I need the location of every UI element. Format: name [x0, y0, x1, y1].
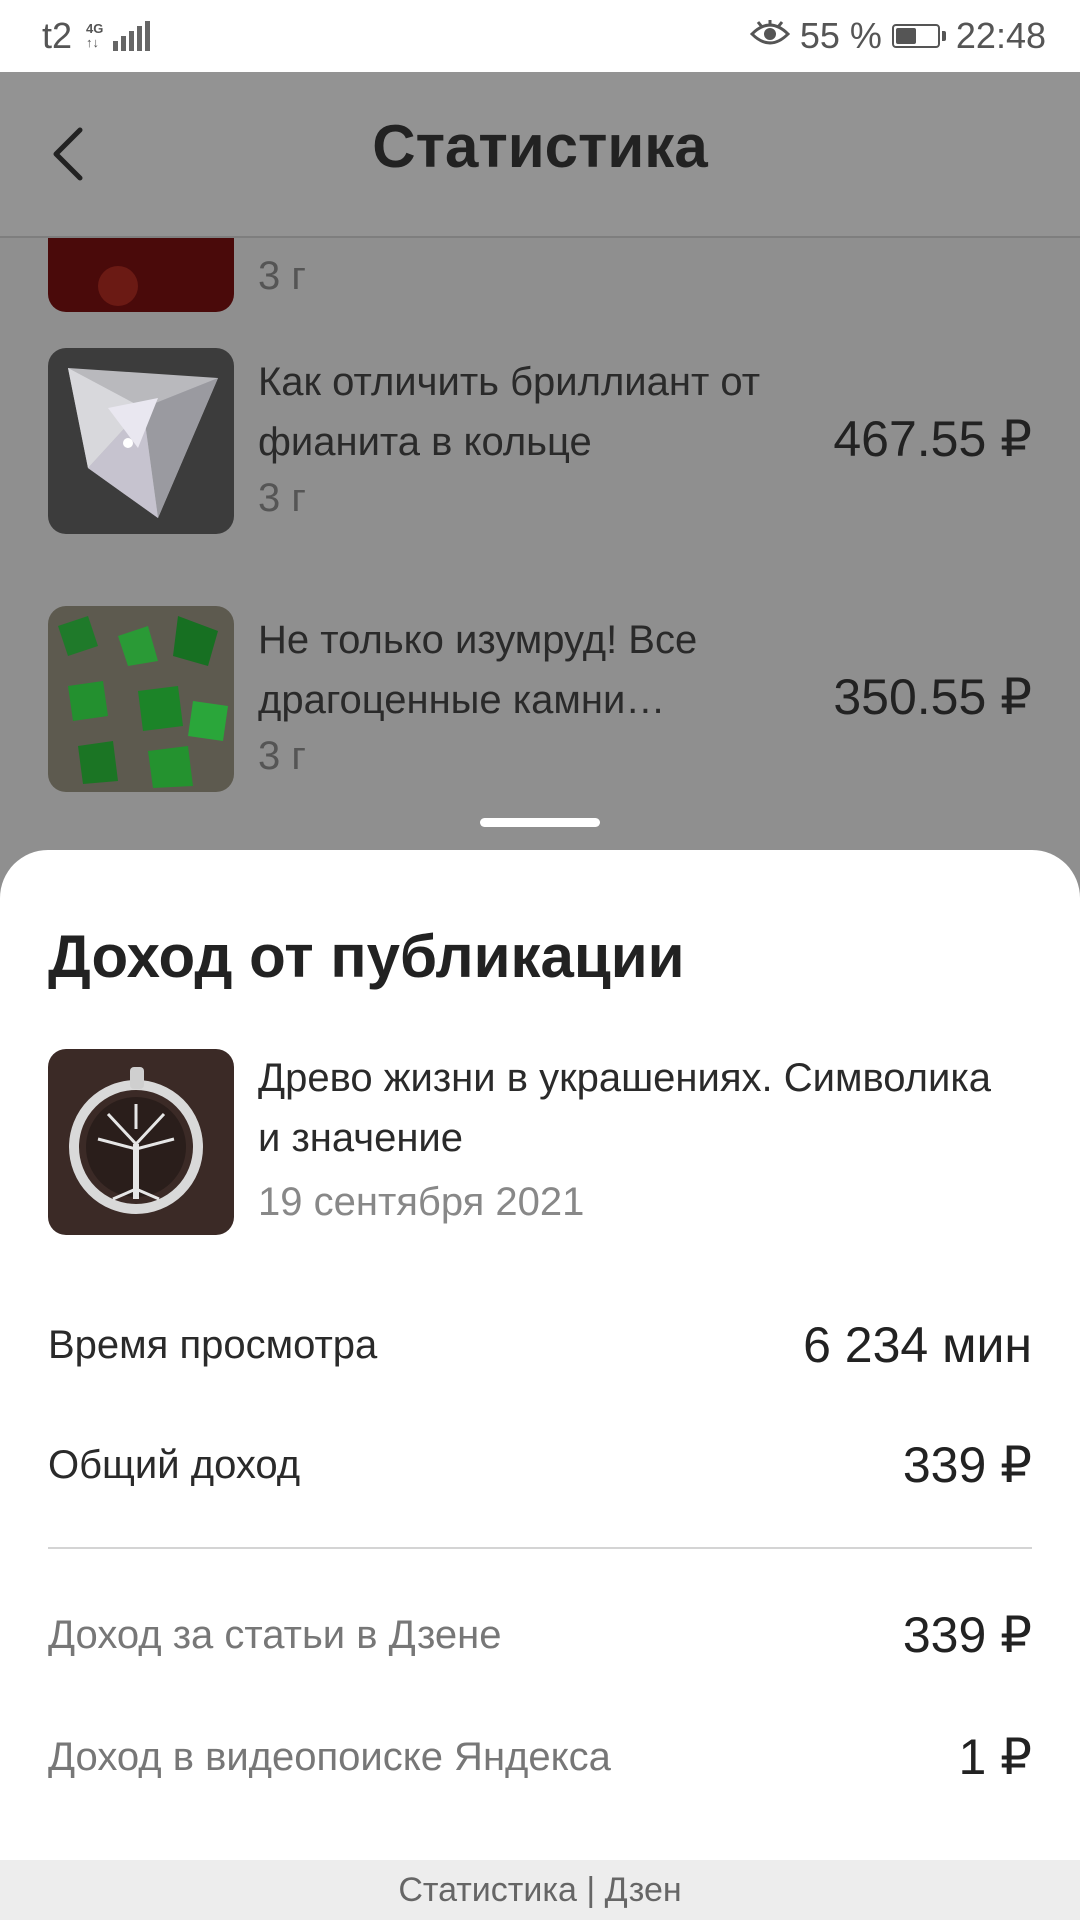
sheet-title: Доход от публикации	[48, 923, 685, 990]
item-title: Как отличить бриллиант от фианита в коль…	[258, 360, 761, 464]
publication-thumbnail	[48, 348, 234, 534]
stat-label: Общий доход	[48, 1442, 301, 1487]
status-right: 55 % 22:48	[749, 15, 1046, 57]
publication-thumbnail	[48, 238, 234, 312]
battery-icon	[891, 24, 946, 48]
publication-thumbnail	[48, 1049, 234, 1235]
publication-date: 19 сентября 2021	[258, 1180, 585, 1224]
status-left: t2 4G ↑↓	[42, 15, 151, 57]
stat-row-watch-time: Время просмотра 6 234 мин	[48, 1316, 1032, 1374]
stat-label: Время просмотра	[48, 1322, 378, 1367]
page-footer: Статистика | Дзен	[0, 1860, 1080, 1920]
stat-row-articles-income: Доход за статьи в Дзене 339 ₽	[48, 1606, 1032, 1664]
list-item[interactable]: Не только изумруд! Все драгоценные камни…	[48, 606, 1032, 792]
stat-value: 1 ₽	[958, 1729, 1032, 1785]
app-header: Статистика	[0, 72, 1080, 238]
sheet-drag-handle[interactable]	[480, 818, 600, 827]
page-title: Статистика	[372, 113, 708, 180]
item-title: Не только изумруд! Все драгоценные камни…	[258, 618, 698, 722]
eye-comfort-icon	[749, 15, 790, 57]
stat-label: Доход за статьи в Дзене	[48, 1612, 502, 1657]
stat-row-video-search-income: Доход в видеопоиске Яндекса 1 ₽	[48, 1728, 1032, 1786]
item-amount: 467.55 ₽	[833, 411, 1032, 467]
network-activity-label: ↑↓	[86, 35, 100, 50]
publication-list: 3 г Как отличить бриллиант от фианита в …	[0, 238, 1080, 848]
stat-value: 339 ₽	[902, 1607, 1032, 1663]
item-meta: 3 г	[258, 734, 306, 778]
stat-label: Доход в видеопоиске Яндекса	[48, 1734, 611, 1779]
network-type: 4G ↑↓	[86, 22, 103, 50]
item-meta: 3 г	[258, 476, 306, 520]
stat-value: 339 ₽	[902, 1437, 1032, 1493]
list-item[interactable]: Как отличить бриллиант от фианита в коль…	[48, 348, 1032, 534]
item-meta: 3 г	[258, 254, 306, 298]
income-bottom-sheet: Доход от публикации Древо жизни в украше…	[0, 850, 1080, 1860]
network-type-label: 4G	[86, 21, 104, 36]
battery-percent: 55 %	[799, 15, 882, 56]
publication-thumbnail	[48, 606, 234, 792]
clock: 22:48	[955, 15, 1046, 56]
signal-icon	[113, 21, 151, 51]
status-bar: t2 4G ↑↓ 55 % 22:48	[0, 0, 1080, 72]
list-item[interactable]: 3 г	[48, 238, 1032, 312]
divider	[48, 1547, 1032, 1549]
publication-title: Древо жизни в украшениях. Символика и зн…	[258, 1056, 991, 1160]
stat-row-total-income: Общий доход 339 ₽	[48, 1436, 1032, 1494]
item-amount: 350.55 ₽	[833, 669, 1032, 725]
stat-value: 6 234 мин	[803, 1317, 1032, 1373]
carrier-label: t2	[42, 15, 73, 56]
